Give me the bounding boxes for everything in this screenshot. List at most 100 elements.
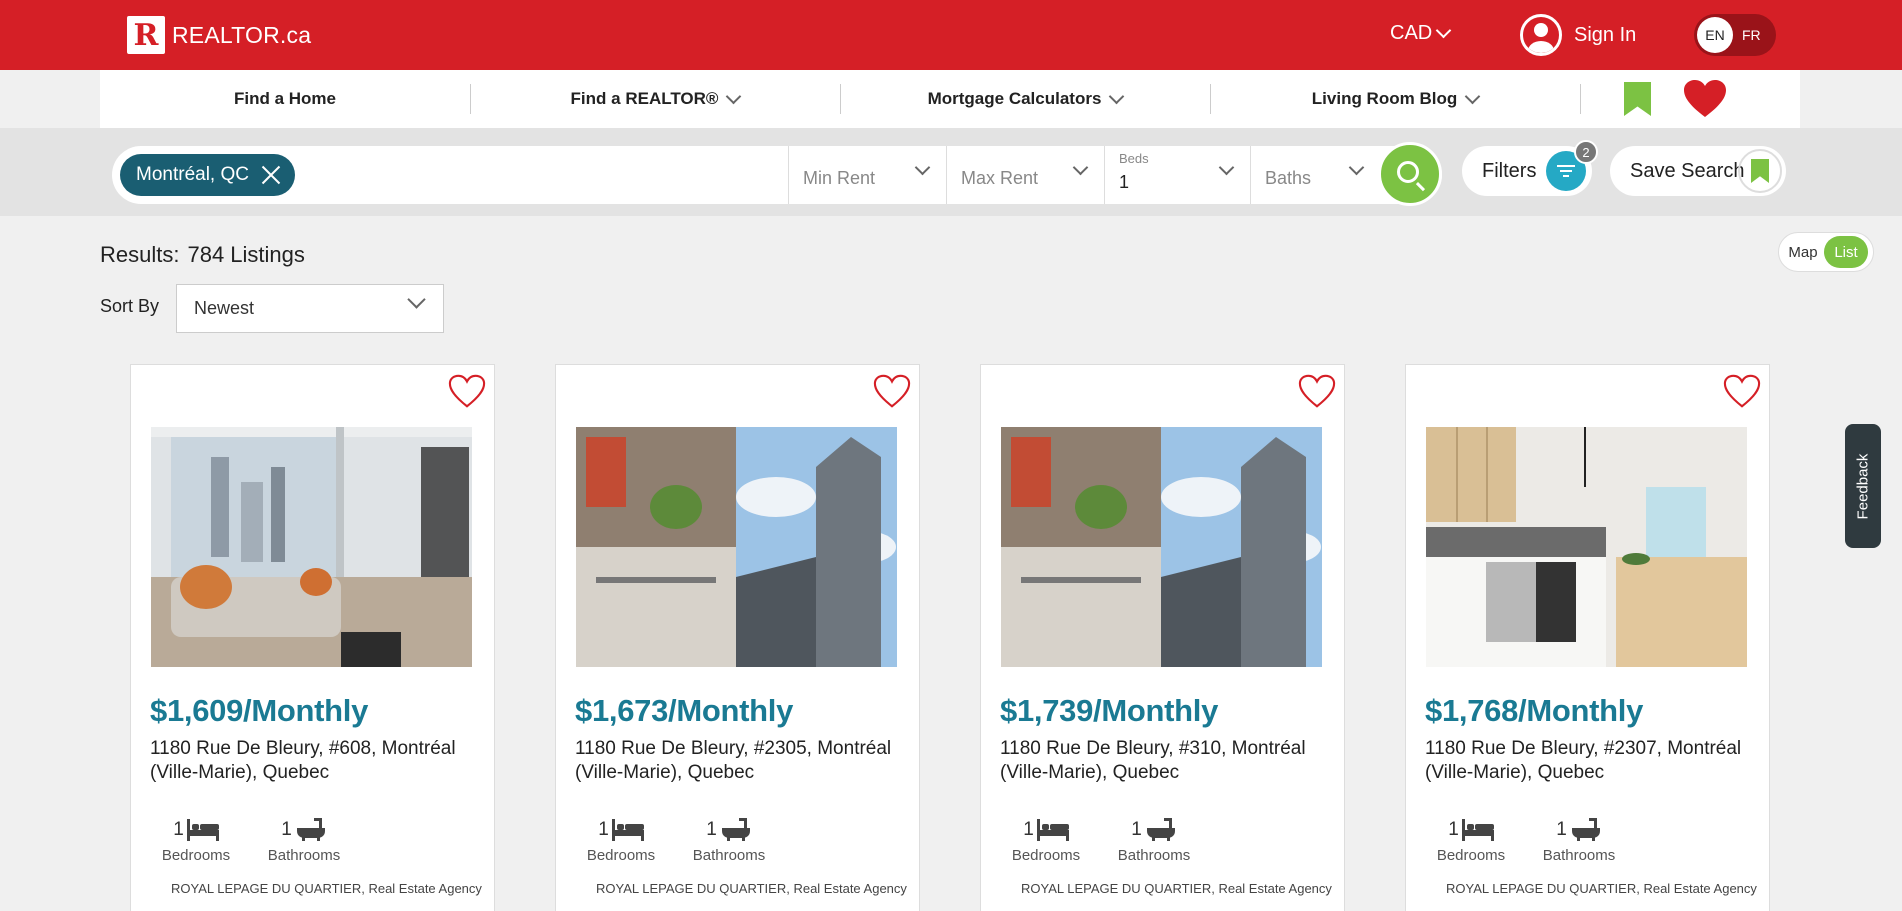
agency-line: ROYAL LEPAGE DU QUARTIER, Real Estate Ag… <box>1021 881 1332 896</box>
bedrooms-feature: 1 Bedrooms <box>151 813 241 864</box>
bed-icon <box>1036 819 1069 841</box>
feedback-label: Feedback <box>1854 453 1872 519</box>
currency-selector[interactable]: CAD <box>1390 22 1452 45</box>
bathtub-icon <box>1571 818 1600 841</box>
bathrooms-feature: 1 Bathrooms <box>1109 813 1199 864</box>
bedrooms-count: 1 <box>1448 819 1459 840</box>
min-rent-select[interactable]: Min Rent <box>788 146 946 204</box>
max-rent-select[interactable]: Max Rent <box>946 146 1104 204</box>
bathrooms-count: 1 <box>1556 819 1567 840</box>
bathrooms-feature: 1 Bathrooms <box>684 813 774 864</box>
listing-card[interactable]: $1,609/Monthly 1180 Rue De Bleury, #608,… <box>130 364 495 911</box>
chevron-down-icon <box>1109 88 1125 104</box>
map-list-toggle[interactable]: Map List <box>1778 232 1874 272</box>
beds-select[interactable]: Beds 1 <box>1104 146 1250 204</box>
listing-photo[interactable] <box>576 427 897 667</box>
bathrooms-count: 1 <box>1131 819 1142 840</box>
agency-name: ROYAL LEPAGE DU QUARTIER <box>1446 881 1637 896</box>
nav-find-realtor[interactable]: Find a REALTOR® <box>470 70 840 128</box>
listing-card[interactable]: $1,739/Monthly 1180 Rue De Bleury, #310,… <box>980 364 1345 911</box>
agency-name: ROYAL LEPAGE DU QUARTIER <box>171 881 362 896</box>
bedrooms-count: 1 <box>1023 819 1034 840</box>
bookmark-circle <box>1738 149 1782 193</box>
nav-mortgage-calculators[interactable]: Mortgage Calculators <box>840 70 1210 128</box>
listing-photo[interactable] <box>1426 427 1747 667</box>
beds-label: Beds <box>1119 151 1149 166</box>
filters-label: Filters <box>1482 159 1537 182</box>
listing-card[interactable]: $1,673/Monthly 1180 Rue De Bleury, #2305… <box>555 364 920 911</box>
chevron-down-icon <box>1218 159 1235 176</box>
bedrooms-count: 1 <box>598 819 609 840</box>
location-chip[interactable]: Montréal, QC <box>120 154 295 196</box>
bathrooms-feature: 1 Bathrooms <box>259 813 349 864</box>
bathrooms-feature: 1 Bathrooms <box>1534 813 1624 864</box>
feedback-tab[interactable]: Feedback <box>1845 424 1881 548</box>
listing-address[interactable]: 1180 Rue De Bleury, #310, Montréal (Vill… <box>1000 737 1330 785</box>
nav-label: Find a REALTOR® <box>570 89 719 108</box>
listing-price[interactable]: $1,768/Monthly <box>1425 693 1643 729</box>
bedrooms-feature: 1 Bedrooms <box>576 813 666 864</box>
realtor-logo[interactable]: R REALTOR.ca <box>127 16 311 54</box>
nav-find-home[interactable]: Find a Home <box>100 70 470 128</box>
save-search-label: Save Search <box>1630 159 1745 182</box>
listing-address[interactable]: 1180 Rue De Bleury, #2305, Montréal (Vil… <box>575 737 905 785</box>
bathtub-icon <box>296 818 325 841</box>
chevron-down-icon <box>1072 159 1089 176</box>
chevron-down-icon <box>914 159 931 176</box>
chevron-down-icon <box>407 290 426 309</box>
bedrooms-label: Bedrooms <box>1436 847 1506 864</box>
baths-select[interactable]: Baths <box>1250 146 1380 204</box>
bedrooms-feature: 1 Bedrooms <box>1001 813 1091 864</box>
saved-searches-bookmark-icon[interactable] <box>1624 82 1651 116</box>
logo-text: REALTOR.ca <box>172 21 312 48</box>
favourite-heart-icon[interactable] <box>1723 373 1761 411</box>
filters-count-badge: 2 <box>1574 140 1598 164</box>
save-search-button[interactable]: Save Search <box>1610 146 1786 196</box>
search-button[interactable] <box>1378 142 1442 206</box>
user-icon <box>1520 14 1562 56</box>
bathrooms-count: 1 <box>281 819 292 840</box>
map-view-option[interactable]: Map <box>1782 244 1824 261</box>
favourite-heart-icon[interactable] <box>1298 373 1336 411</box>
nav-label: Mortgage Calculators <box>927 89 1102 108</box>
min-rent-placeholder: Min Rent <box>803 167 876 188</box>
favourite-heart-icon[interactable] <box>873 373 911 411</box>
lang-fr[interactable]: FR <box>1742 27 1761 43</box>
listing-photo[interactable] <box>151 427 472 667</box>
chevron-down-icon <box>1464 88 1481 104</box>
language-toggle[interactable]: EN FR <box>1694 14 1776 56</box>
sign-in-button[interactable]: Sign In <box>1520 14 1636 56</box>
close-icon[interactable] <box>261 165 281 185</box>
favourite-heart-icon[interactable] <box>448 373 486 411</box>
agency-type: , Real Estate Agency <box>361 881 482 896</box>
chevron-down-icon <box>726 88 742 104</box>
chevron-down-icon <box>1435 22 1452 39</box>
bookmark-icon <box>1751 159 1769 183</box>
location-label: Montréal, QC <box>136 164 249 185</box>
listing-price[interactable]: $1,739/Monthly <box>1000 693 1218 729</box>
filters-button[interactable]: Filters 2 <box>1462 140 1598 196</box>
bathtub-icon <box>721 818 750 841</box>
list-view-option[interactable]: List <box>1824 236 1868 268</box>
sign-in-label: Sign In <box>1574 23 1637 46</box>
listing-address[interactable]: 1180 Rue De Bleury, #2307, Montréal (Vil… <box>1425 737 1755 785</box>
favourites-heart-icon[interactable] <box>1683 80 1727 118</box>
listing-card[interactable]: $1,768/Monthly 1180 Rue De Bleury, #2307… <box>1405 364 1770 911</box>
nav-living-room-blog[interactable]: Living Room Blog <box>1210 70 1580 128</box>
top-bar: R REALTOR.ca CAD Sign In EN FR <box>0 0 1902 70</box>
sort-select[interactable]: Newest <box>176 284 444 333</box>
listing-address[interactable]: 1180 Rue De Bleury, #608, Montréal (Vill… <box>150 737 480 785</box>
agency-type: , Real Estate Agency <box>786 881 907 896</box>
nav-icon-group <box>1580 70 1800 128</box>
beds-value: 1 <box>1119 171 1130 192</box>
listing-price[interactable]: $1,673/Monthly <box>575 693 793 729</box>
listing-price[interactable]: $1,609/Monthly <box>150 693 368 729</box>
search-box[interactable]: Montréal, QC Min Rent Max Rent Beds 1 Ba… <box>112 146 1442 204</box>
max-rent-placeholder: Max Rent <box>961 167 1039 188</box>
listing-photo[interactable] <box>1001 427 1322 667</box>
agency-line: ROYAL LEPAGE DU QUARTIER, Real Estate Ag… <box>596 881 907 896</box>
agency-name: ROYAL LEPAGE DU QUARTIER <box>596 881 787 896</box>
sort-value: Newest <box>194 298 255 318</box>
bedrooms-feature: 1 Bedrooms <box>1426 813 1516 864</box>
lang-en[interactable]: EN <box>1697 17 1733 53</box>
